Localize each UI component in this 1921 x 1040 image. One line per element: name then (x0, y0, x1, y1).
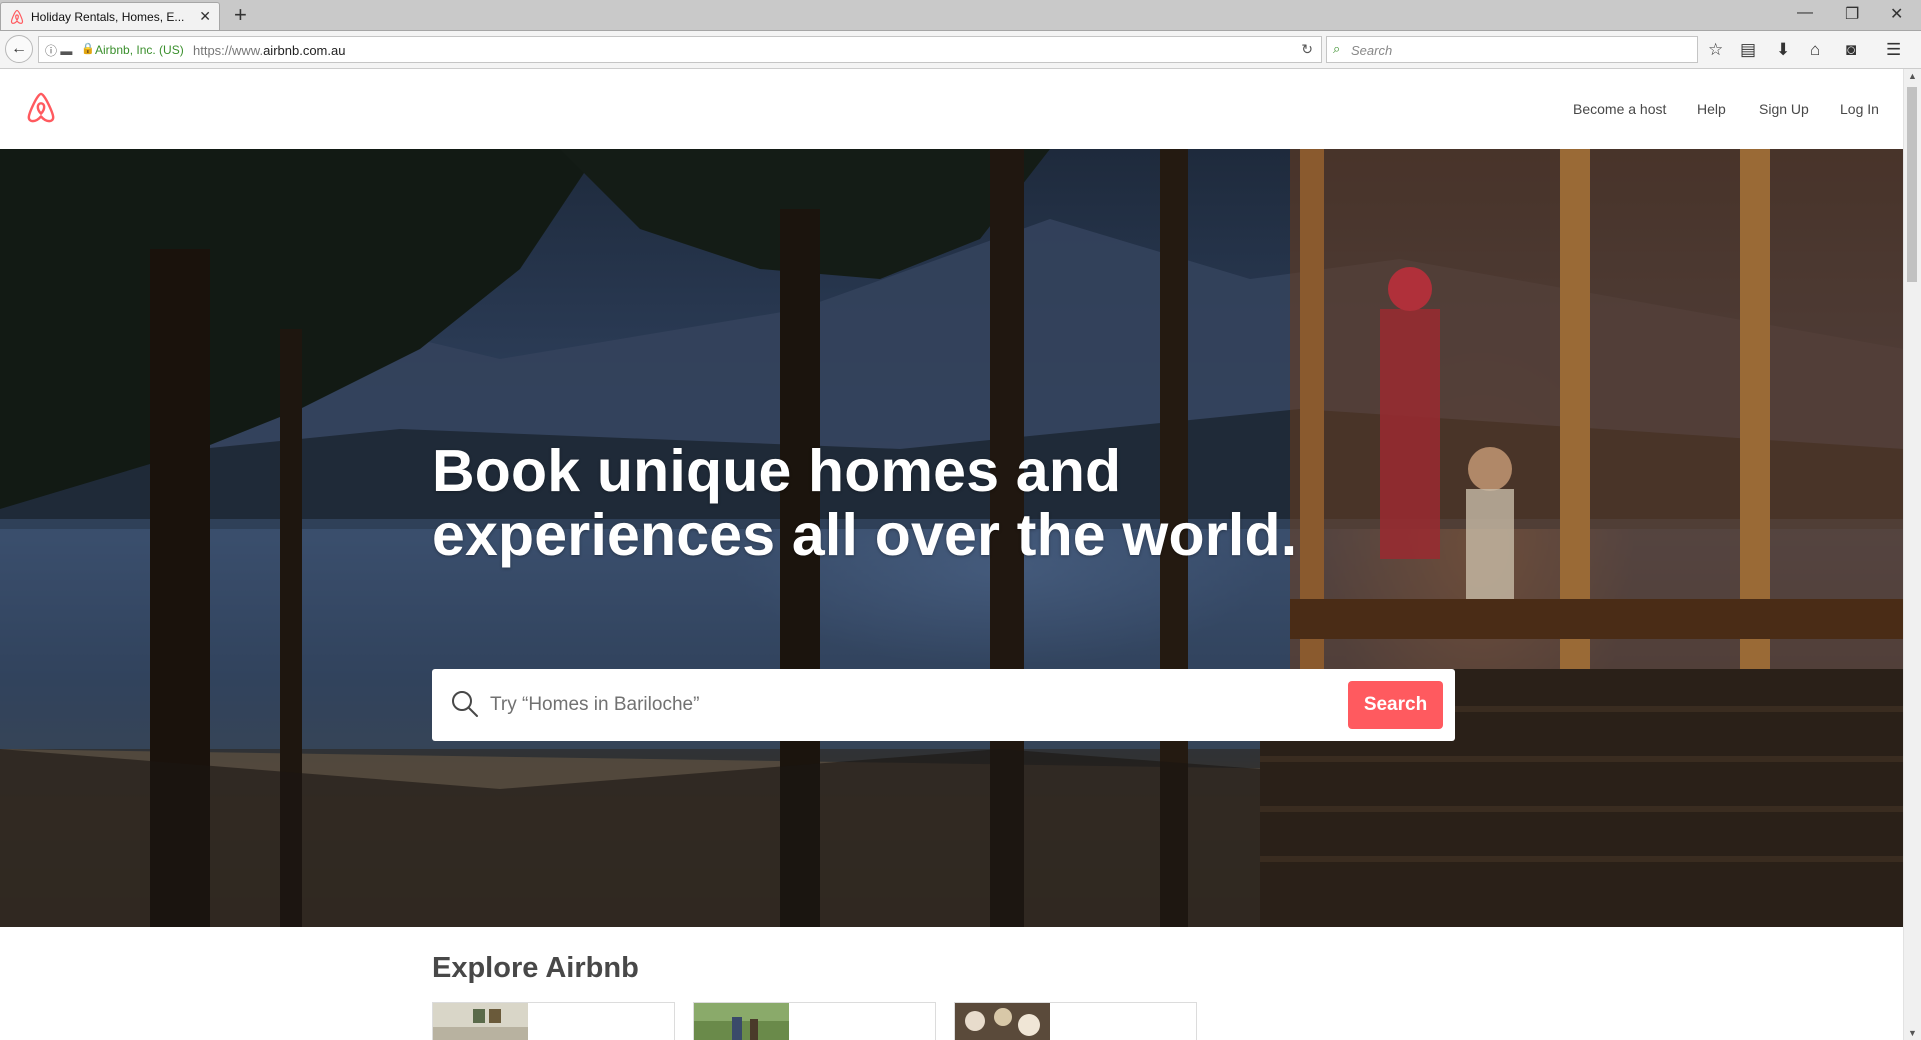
hero-heading-line-2: experiences all over the world. (432, 502, 1298, 568)
back-button[interactable]: ← (5, 35, 33, 63)
info-icon[interactable]: ⓘ ▬ (45, 42, 72, 59)
destination-search-input[interactable] (488, 687, 1272, 723)
explore-card-experiences[interactable] (693, 1002, 936, 1040)
scroll-up-icon[interactable]: ▲ (1908, 71, 1917, 81)
close-window-icon[interactable]: ✕ (1890, 4, 1903, 24)
back-arrow-icon: ← (11, 40, 27, 57)
restore-icon[interactable]: ❐ (1845, 4, 1859, 24)
search-engine-icon: ⌕ (1333, 41, 1341, 56)
browser-search-field[interactable]: ⌕ Search (1326, 36, 1698, 63)
lock-icon: 🔒 (81, 43, 95, 55)
search-icon (452, 691, 478, 717)
menu-icon[interactable]: ☰ (1886, 40, 1901, 60)
address-bar[interactable]: ⓘ ▬ 🔒 Airbnb, Inc. (US) https://www.airb… (38, 36, 1322, 63)
pocket-icon[interactable]: ◙ (1846, 40, 1856, 60)
scrollbar-thumb[interactable] (1907, 87, 1917, 282)
reload-icon[interactable]: ↻ (1301, 41, 1313, 58)
card-thumbnail (433, 1003, 528, 1040)
hero-heading-line-1: Book unique homes and (432, 438, 1122, 504)
explore-heading: Explore Airbnb (432, 952, 639, 984)
close-tab-icon[interactable]: ✕ (199, 8, 211, 25)
new-tab-button[interactable]: + (234, 2, 247, 28)
browser-search-placeholder: Search (1351, 43, 1393, 58)
hero-search-bar: Search (432, 669, 1455, 741)
airbnb-favicon-icon (10, 9, 24, 24)
url-text[interactable]: https://www.airbnb.com.au (193, 43, 345, 58)
browser-toolbar: ← ⓘ ▬ 🔒 Airbnb, Inc. (US) https://www.ai… (0, 31, 1921, 69)
site-identity[interactable]: Airbnb, Inc. (US) (95, 43, 184, 57)
url-domain: airbnb.com.au (263, 43, 346, 58)
explore-card-homes[interactable] (432, 1002, 675, 1040)
page-scrollbar[interactable]: ▲ ▼ (1903, 69, 1921, 1040)
become-host-link[interactable]: Become a host (1573, 101, 1666, 117)
browser-tab-strip: Holiday Rentals, Homes, E... ✕ + — ❐ ✕ (0, 0, 1921, 31)
site-header: Become a host Help Sign Up Log In (0, 69, 1904, 149)
help-link[interactable]: Help (1697, 101, 1726, 117)
card-thumbnail (955, 1003, 1050, 1040)
bookmark-star-icon[interactable]: ☆ (1708, 40, 1723, 60)
explore-card-restaurants[interactable] (954, 1002, 1197, 1040)
airbnb-logo-icon[interactable] (26, 91, 56, 125)
bookmarks-list-icon[interactable]: ▤ (1740, 40, 1756, 60)
url-prefix: https://www. (193, 43, 264, 58)
hero-banner: Book unique homes and experiences all ov… (0, 149, 1904, 927)
scroll-down-icon[interactable]: ▼ (1908, 1028, 1917, 1038)
card-thumbnail (694, 1003, 789, 1040)
tab-title: Holiday Rentals, Homes, E... (31, 10, 185, 24)
sign-up-link[interactable]: Sign Up (1759, 101, 1809, 117)
home-icon[interactable]: ⌂ (1810, 40, 1820, 60)
minimize-icon[interactable]: — (1797, 4, 1813, 22)
browser-tab[interactable]: Holiday Rentals, Homes, E... ✕ (0, 2, 220, 30)
log-in-link[interactable]: Log In (1840, 101, 1879, 117)
search-button[interactable]: Search (1348, 681, 1443, 729)
download-icon[interactable]: ⬇ (1776, 40, 1790, 60)
hero-heading: Book unique homes and experiences all ov… (432, 439, 1332, 567)
web-page: Become a host Help Sign Up Log In Book u… (0, 69, 1904, 1040)
